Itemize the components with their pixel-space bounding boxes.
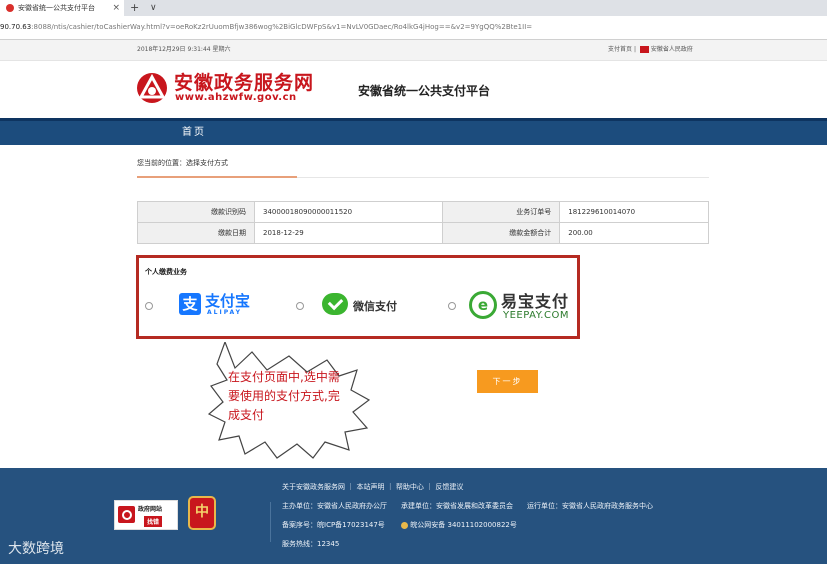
footer-registration: 备案序号：皖ICP备17023147号 皖公网安备 34011102000822… <box>282 520 517 530</box>
party-gov-seal-icon[interactable]: 中 <box>188 496 216 530</box>
table-row: 缴款日期 2018-12-29 缴款金额合计 200.00 <box>137 222 709 244</box>
yeepay-radio[interactable] <box>448 302 456 310</box>
browser-tab[interactable]: 安徽省统一公共支付平台 × <box>0 0 124 16</box>
icp-number[interactable]: 备案序号：皖ICP备17023147号 <box>282 521 385 529</box>
new-tab-button[interactable]: + <box>130 0 139 16</box>
tab-list-chevron-icon[interactable]: ∨ <box>150 0 157 16</box>
site-favicon-icon <box>6 4 14 12</box>
address-host: 90.70.63 <box>0 23 32 31</box>
alipay-icon[interactable]: 支 <box>179 293 201 315</box>
browser-tab-bar: 安徽省统一公共支付平台 × + ∨ <box>0 0 827 16</box>
yeepay-name[interactable]: 易宝支付 <box>501 288 569 312</box>
footer-hotline: 服务热线：12345 <box>282 540 340 548</box>
address-path: :8088/ntis/cashier/toCashierWay.html?v=o… <box>31 23 533 31</box>
wechat-pay-icon[interactable] <box>322 293 348 315</box>
site-footer: 政府网站 找错 中 关于安徽政务服务网 ｜ 本站声明 ｜ 帮助中心 ｜ 反馈建议… <box>0 468 827 564</box>
payment-date-value: 2018-12-29 <box>253 222 444 244</box>
breadcrumb: 您当前的位置：选择支付方式 <box>137 159 228 167</box>
next-step-button[interactable]: 下一步 <box>477 370 538 393</box>
order-number-label: 业务订单号 <box>442 201 561 223</box>
gov-site-findbug-badge[interactable]: 政府网站 找错 <box>114 500 178 530</box>
current-datetime: 2018年12月29日 9:31:44 星期六 <box>137 46 231 53</box>
alipay-sub: ALIPAY <box>207 309 242 316</box>
ahzwfw-logo-icon[interactable] <box>136 72 168 104</box>
payment-method-box: 个人缴费业务 支 支付宝 ALIPAY 微信支付 e 易宝支付 YEEPAY.C… <box>136 255 580 339</box>
alipay-name[interactable]: 支付宝 <box>205 290 250 311</box>
payment-date-label: 缴款日期 <box>137 222 255 244</box>
close-tab-icon[interactable]: × <box>112 0 120 16</box>
footer-divider <box>270 502 271 542</box>
top-info-bar: 2018年12月29日 9:31:44 星期六 支付首页 | 安徽省人民政府 <box>0 40 827 61</box>
wechat-pay-radio[interactable] <box>296 302 304 310</box>
findbug-label: 找错 <box>144 516 163 527</box>
watermark: 大数跨境 <box>8 541 64 557</box>
footer-links[interactable]: 关于安徽政务服务网 ｜ 本站声明 ｜ 帮助中心 ｜ 反馈建议 <box>282 482 463 492</box>
main-nav: 首页 <box>0 118 827 145</box>
link-separator: | <box>633 46 636 53</box>
platform-title: 安徽省统一公共支付平台 <box>358 84 491 98</box>
findbug-title: 政府网站 <box>138 506 163 513</box>
gov-link[interactable]: 安徽省人民政府 <box>651 46 693 53</box>
breadcrumb-accent <box>137 176 297 178</box>
payment-id-label: 缴款识别码 <box>137 201 255 223</box>
total-amount-value: 200.00 <box>559 222 709 244</box>
tab-title: 安徽省统一公共支付平台 <box>18 4 95 12</box>
order-number-value: 181229610014070 <box>559 201 709 223</box>
total-amount-label: 缴款金额合计 <box>442 222 561 244</box>
gov-emblem-icon <box>639 46 649 53</box>
brand-name[interactable]: 安徽政务服务网 <box>174 68 314 95</box>
nav-item-home[interactable]: 首页 <box>182 121 206 145</box>
footer-sponsor: 主办单位：安徽省人民政府办公厅 承建单位：安徽省发展和改革委员会 运行单位：安徽… <box>282 502 653 510</box>
top-links: 支付首页 | 安徽省人民政府 <box>608 40 693 60</box>
yeepay-sub: YEEPAY.COM <box>503 310 569 321</box>
yeepay-icon[interactable]: e <box>469 291 497 319</box>
magnifier-icon <box>118 506 135 523</box>
table-row: 缴款识别码 340000180900000115​20 业务订单号 181229… <box>137 201 709 223</box>
police-record[interactable]: 皖公网安备 34011102000822号 <box>410 521 517 529</box>
personal-payment-label: 个人缴费业务 <box>145 268 187 276</box>
alipay-radio[interactable] <box>145 302 153 310</box>
brand-url: www.ahzwfw.gov.cn <box>175 92 297 103</box>
wechat-pay-name[interactable]: 微信支付 <box>353 298 397 314</box>
callout-text: 在支付页面中,选中需要使用的支付方式,完成支付 <box>228 370 340 422</box>
pay-home-link[interactable]: 支付首页 <box>608 46 632 53</box>
address-bar[interactable]: 90.70.63:8088/ntis/cashier/toCashierWay.… <box>0 16 827 40</box>
payment-id-value: 340000180900000115​20 <box>253 201 444 223</box>
order-info-table: 缴款识别码 340000180900000115​20 业务订单号 181229… <box>137 201 709 244</box>
police-badge-icon <box>401 521 409 529</box>
